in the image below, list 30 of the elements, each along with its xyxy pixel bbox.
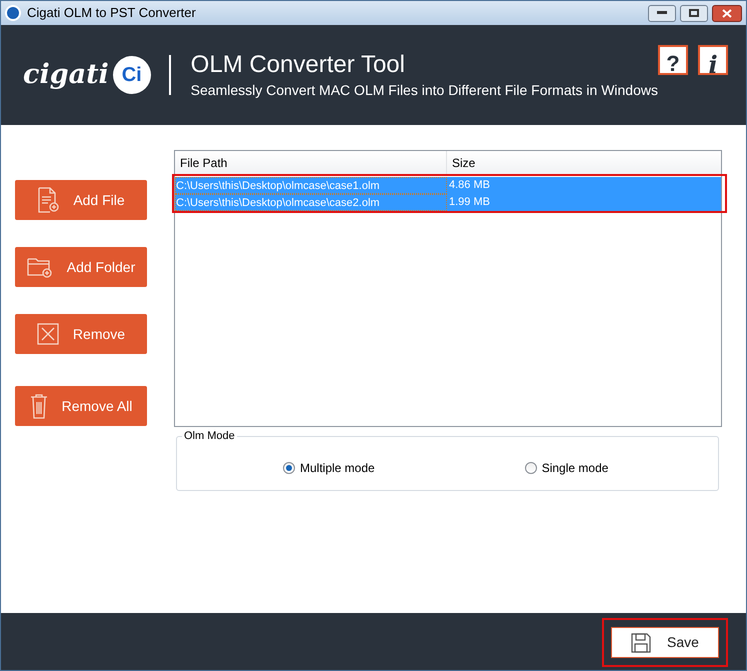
minimize-button[interactable] (648, 4, 676, 22)
app-icon (5, 5, 21, 21)
folder-icon (26, 256, 53, 278)
app-title: OLM Converter Tool (190, 50, 406, 80)
brand-logo-badge: Ci (112, 56, 151, 94)
action-button[interactable]: Add Folder (15, 247, 147, 287)
maximize-icon (689, 9, 699, 17)
minimize-icon (657, 11, 667, 15)
table-cell-text: 1.99 MB (448, 195, 491, 210)
app-subtitle: Seamlessly Convert MAC OLM Files into Different File Formats in Windows (190, 80, 658, 100)
document-icon (37, 187, 60, 213)
save-button[interactable]: Save (611, 627, 719, 658)
table-cell-text: 4.86 MB (448, 178, 491, 193)
action-button[interactable]: Add File (15, 180, 147, 220)
column-header[interactable]: Size (447, 151, 721, 174)
table-cell: C:\Users\this\Desktop\olmcase\case2.olm (175, 194, 447, 211)
trash-icon (30, 393, 48, 419)
maximize-button[interactable] (680, 4, 708, 22)
action-button[interactable]: Remove (15, 314, 147, 354)
radio-option[interactable]: Multiple mode (283, 459, 375, 477)
column-header[interactable]: File Path (175, 151, 447, 174)
info-button[interactable]: i (698, 45, 728, 75)
close-icon (722, 8, 732, 18)
help-button[interactable]: ? (658, 45, 688, 75)
x-box-icon (36, 323, 59, 345)
brand-logo-text: cigati (23, 58, 109, 92)
close-button[interactable] (712, 4, 742, 22)
radio-option[interactable]: Single mode (524, 459, 608, 477)
action-button[interactable]: Remove All (15, 386, 147, 426)
window-title: Cigati OLM to PST Converter (27, 4, 196, 22)
